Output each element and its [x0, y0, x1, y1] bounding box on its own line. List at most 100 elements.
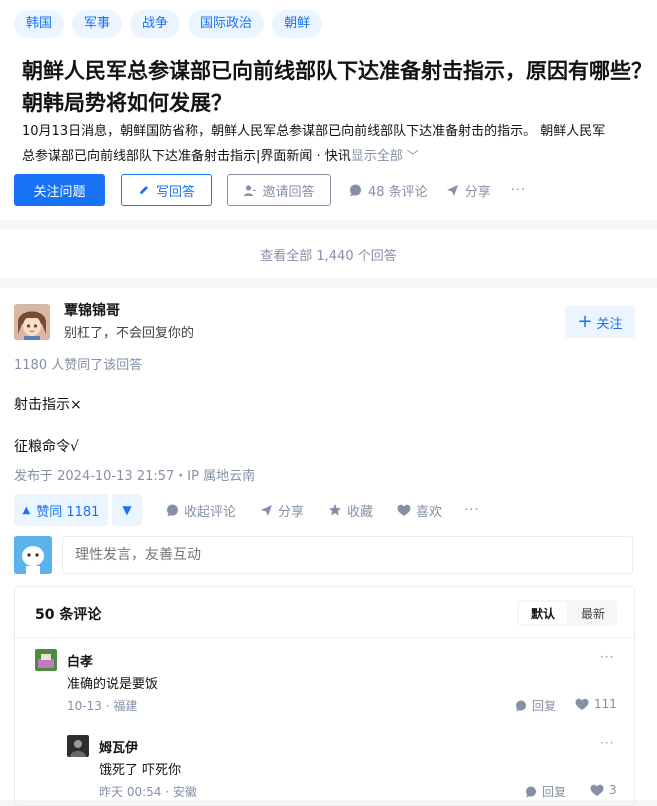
reply-label: 回复 — [542, 785, 567, 799]
share-button[interactable]: 分享 — [260, 501, 304, 520]
like-label: 喜欢 — [416, 504, 443, 520]
question-header: 韩国 军事 战争 国际政治 朝鲜 朝鲜人民军总参谋部已向前线部队下达准备射击指示… — [0, 0, 657, 220]
topic-tags: 韩国 军事 战争 国际政治 朝鲜 — [14, 10, 323, 38]
sort-default-tab[interactable]: 默认 — [519, 602, 567, 624]
author-bio: 别杠了，不会回复你的 — [64, 326, 195, 341]
answer-publish-info[interactable]: 发布于 2024-10-13 21:57・IP 属地云南 — [14, 465, 255, 484]
reply-button[interactable]: 回复 — [515, 697, 556, 714]
answer-card: 覃锦锦哥 别杠了，不会回复你的 + 关注 1180 人赞同了该回答 射击指示× … — [0, 288, 657, 806]
commenter-name[interactable]: 白孝 — [67, 651, 93, 670]
share-label: 分享 — [278, 504, 305, 520]
heart-icon — [397, 504, 411, 516]
comment-time: 昨天 00:54 — [99, 785, 162, 799]
comment-more-button[interactable]: ··· — [600, 650, 614, 664]
upvote-button[interactable]: ▲ 赞同 1181 — [14, 494, 108, 526]
question-comments-button[interactable]: 48 条评论 — [349, 181, 428, 200]
comments-panel: 50 条评论 默认 最新 白孝 ··· 准确的说是要饭 10-13 · 福建 回… — [14, 586, 635, 806]
collapse-comments-button[interactable]: 收起评论 — [166, 501, 236, 520]
comment-icon — [515, 699, 527, 712]
avatar[interactable] — [14, 304, 50, 340]
topic-tag-politics[interactable]: 国际政治 — [188, 10, 265, 38]
meta-separator: · — [161, 785, 173, 799]
show-all-link[interactable]: 显示全部 — [351, 149, 403, 164]
invite-answer-label: 邀请回答 — [262, 184, 315, 200]
topic-tag-korea[interactable]: 韩国 — [14, 10, 65, 38]
reply-button[interactable]: 回复 — [525, 783, 566, 800]
follow-author-button[interactable]: + 关注 — [565, 306, 635, 338]
share-icon — [446, 184, 458, 196]
write-answer-button[interactable]: 写回答 — [121, 174, 212, 206]
upvote-label: 赞同 1181 — [36, 504, 100, 520]
commenter-avatar-image — [35, 649, 57, 671]
heart-icon — [590, 784, 604, 796]
question-share-label: 分享 — [464, 184, 491, 200]
sort-latest-tab[interactable]: 最新 — [569, 600, 617, 626]
author-avatar-image — [14, 304, 50, 340]
comment-icon — [350, 184, 361, 196]
comment-location: 福建 — [113, 699, 138, 713]
comment-like-count: 111 — [594, 697, 617, 711]
question-share-button[interactable]: 分享 — [446, 181, 491, 200]
question-actions: 关注问题 写回答 邀请回答 48 条评论 分享 ··· — [14, 174, 526, 206]
commenter-name[interactable]: 姆瓦伊 — [99, 737, 138, 756]
comment-like-button[interactable]: 3 — [590, 783, 617, 797]
comment-location: 安徽 — [172, 785, 197, 799]
heart-icon — [575, 698, 589, 710]
comment-meta: 昨天 00:54 · 安徽 — [99, 783, 197, 800]
comment-time: 10-13 — [67, 699, 102, 713]
follow-question-button[interactable]: 关注问题 — [14, 174, 105, 206]
invite-answer-button[interactable]: 邀请回答 — [227, 174, 331, 206]
write-answer-label: 写回答 — [155, 184, 195, 200]
comments-sort-toggle: 默认 最新 — [517, 600, 617, 626]
answer-paragraph: 射击指示× — [14, 397, 82, 413]
comment-icon — [167, 504, 178, 516]
comment-item: 白孝 ··· 准确的说是要饭 10-13 · 福建 回复 111 — [15, 647, 634, 717]
meta-separator: · — [101, 699, 114, 713]
comment-text: 饿死了 吓死你 — [99, 763, 182, 778]
avatar — [14, 536, 52, 574]
commenter-avatar-image — [67, 735, 89, 757]
question-detail-line: 10月13日消息，朝鲜国防省称，朝鲜人民军总参谋部已向前线部队下达准备射击的指示… — [22, 124, 606, 139]
answer-action-bar: ▲ 赞同 1181 ▼ 收起评论 分享 收藏 喜欢 ··· — [14, 494, 479, 526]
like-button[interactable]: 喜欢 — [397, 501, 442, 520]
star-icon — [329, 504, 342, 516]
avatar[interactable] — [67, 735, 89, 757]
comment-meta: 10-13 · 福建 — [67, 697, 137, 714]
comments-header: 50 条评论 默认 最新 — [15, 587, 634, 638]
current-user-avatar-image — [14, 536, 52, 574]
question-title[interactable]: 朝鲜人民军总参谋部已向前线部队下达准备射击指示，原因有哪些？朝韩局势将如何发展？ — [22, 55, 652, 119]
comment-icon — [525, 785, 537, 798]
topic-tag-military[interactable]: 军事 — [72, 10, 123, 38]
author-name[interactable]: 覃锦锦哥 — [64, 300, 120, 320]
reply-label: 回复 — [532, 699, 557, 713]
question-detail-line: 总参谋部已向前线部队下达准备射击指示|界面新闻 · 快讯显示全部 ﹀ — [22, 144, 657, 169]
follow-author-label: 关注 — [596, 316, 623, 332]
answer-more-button[interactable]: ··· — [464, 503, 479, 518]
view-all-answers-button[interactable]: 查看全部 1,440 个回答 — [0, 230, 657, 278]
comment-more-button[interactable]: ··· — [600, 736, 614, 750]
question-more-button[interactable]: ··· — [511, 183, 526, 198]
favorite-button[interactable]: 收藏 — [328, 501, 373, 520]
comment-like-button[interactable]: 111 — [575, 697, 617, 711]
chevron-down-icon[interactable]: ﹀ — [407, 149, 419, 163]
vote-summary: 1180 人赞同了该回答 — [14, 358, 143, 373]
triangle-down-icon: ▼ — [122, 503, 132, 517]
avatar[interactable] — [35, 649, 57, 671]
plus-icon: + — [577, 311, 593, 332]
comment-item: 姆瓦伊 ··· 饿死了 吓死你 昨天 00:54 · 安徽 回复 3 — [15, 735, 634, 805]
comment-input[interactable] — [62, 536, 633, 574]
question-detail: 10月13日消息，朝鲜国防省称，朝鲜人民军总参谋部已向前线部队下达准备射击的指示… — [22, 120, 657, 169]
answer-paragraph: 征粮命令√ — [14, 439, 79, 455]
favorite-label: 收藏 — [347, 504, 374, 520]
triangle-up-icon: ▲ — [22, 504, 31, 516]
question-detail-text: 总参谋部已向前线部队下达准备射击指示|界面新闻 · 快讯 — [22, 149, 351, 164]
comment-like-count: 3 — [609, 783, 617, 797]
topic-tag-war[interactable]: 战争 — [130, 10, 181, 38]
topic-tag-north-korea[interactable]: 朝鲜 — [272, 10, 323, 38]
pencil-icon — [139, 186, 148, 194]
comments-count: 50 条评论 — [35, 607, 102, 623]
question-comments-label: 48 条评论 — [368, 184, 428, 200]
user-plus-icon — [244, 184, 257, 196]
collapse-comments-label: 收起评论 — [184, 504, 237, 520]
downvote-button[interactable]: ▼ — [112, 494, 142, 526]
